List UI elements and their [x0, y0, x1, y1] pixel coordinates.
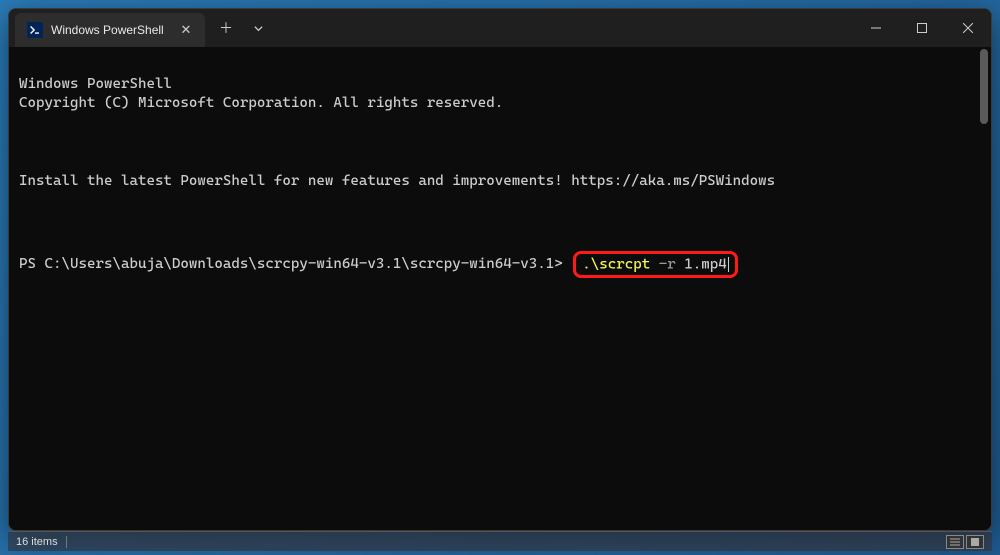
command-flag: -r	[659, 256, 676, 272]
tabbar-controls: ＋	[205, 9, 273, 47]
prompt-line: PS C:\Users\abuja\Downloads\scrcpy-win64…	[19, 256, 738, 272]
command-argument: 1.mp4	[684, 256, 726, 272]
view-thumbnails-button[interactable]	[966, 535, 984, 549]
terminal-window: Windows PowerShell ✕ ＋ Windows PowerShel…	[8, 8, 992, 531]
tab-title: Windows PowerShell	[51, 23, 169, 37]
status-separator	[66, 536, 67, 548]
status-items-count: 16 items	[16, 536, 58, 548]
terminal-line: Windows PowerShell	[19, 75, 981, 95]
status-view-switcher	[946, 535, 984, 549]
new-tab-button[interactable]: ＋	[211, 13, 241, 43]
window-controls	[853, 9, 991, 47]
scrollbar-thumb[interactable]	[980, 49, 988, 124]
minimize-button[interactable]	[853, 9, 899, 47]
titlebar[interactable]: Windows PowerShell ✕ ＋	[9, 9, 991, 47]
maximize-button[interactable]	[899, 9, 945, 47]
titlebar-drag-area[interactable]	[273, 9, 853, 47]
scrollbar-track[interactable]	[978, 47, 990, 529]
close-button[interactable]	[945, 9, 991, 47]
text-cursor	[728, 257, 729, 272]
tab-dropdown-button[interactable]	[243, 13, 273, 43]
command-executable: .\scrcpt	[582, 256, 650, 272]
explorer-statusbar: 16 items	[8, 531, 992, 551]
command-highlight-box: .\scrcpt -r 1.mp4	[573, 251, 737, 278]
powershell-icon	[27, 22, 43, 38]
terminal-line: Copyright (C) Microsoft Corporation. All…	[19, 94, 981, 114]
view-details-button[interactable]	[946, 535, 964, 549]
tab-close-button[interactable]: ✕	[177, 21, 195, 39]
terminal-line	[19, 133, 981, 153]
terminal-line	[19, 212, 981, 232]
prompt-text: PS C:\Users\abuja\Downloads\scrcpy-win64…	[19, 256, 563, 272]
terminal-line: Install the latest PowerShell for new fe…	[19, 172, 981, 192]
tab-powershell[interactable]: Windows PowerShell ✕	[15, 13, 205, 47]
terminal-body[interactable]: Windows PowerShellCopyright (C) Microsof…	[9, 47, 991, 530]
